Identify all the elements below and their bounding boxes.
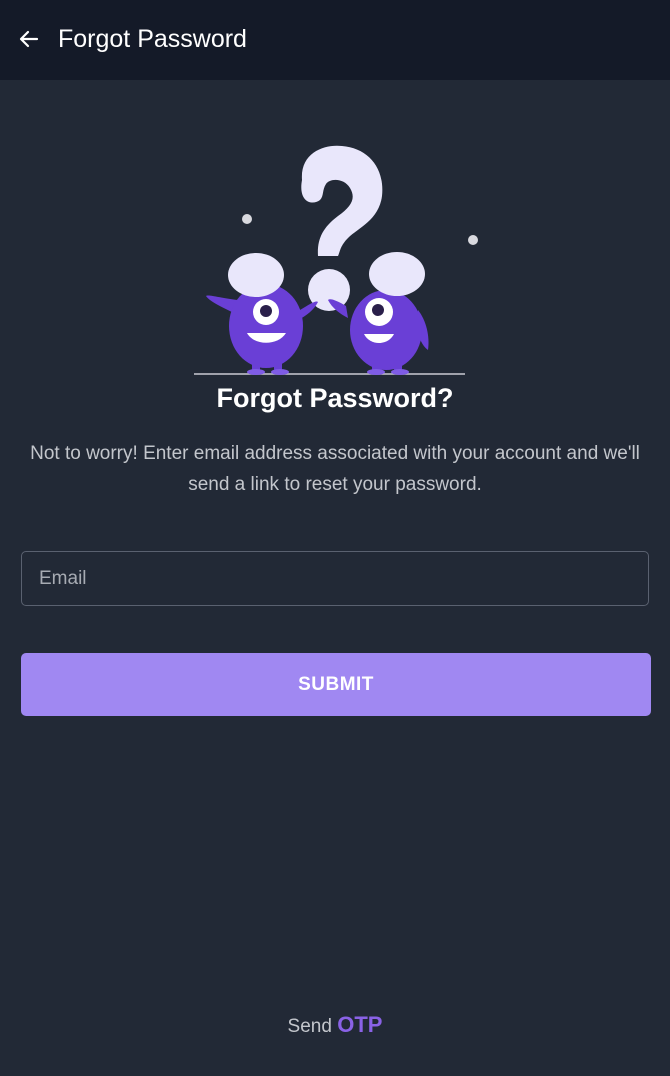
forgot-password-screen: Forgot Password Forgot Password? Not to … xyxy=(0,0,670,1076)
submit-button[interactable]: SUBMIT xyxy=(21,653,651,716)
arrow-left-icon xyxy=(19,30,39,48)
app-bar: Forgot Password xyxy=(0,0,670,80)
send-otp-prefix: Send xyxy=(287,1016,332,1037)
question-monsters-illustration xyxy=(194,145,478,375)
page-title: Forgot Password xyxy=(58,25,247,53)
back-button[interactable] xyxy=(12,22,46,56)
instructions-text: Not to worry! Enter email address associ… xyxy=(30,443,640,495)
forgot-password-heading: Forgot Password? xyxy=(216,383,454,413)
email-field[interactable] xyxy=(21,551,649,606)
send-otp-link[interactable]: OTP xyxy=(337,1012,382,1037)
send-otp-footer: Send OTP xyxy=(0,1008,670,1044)
